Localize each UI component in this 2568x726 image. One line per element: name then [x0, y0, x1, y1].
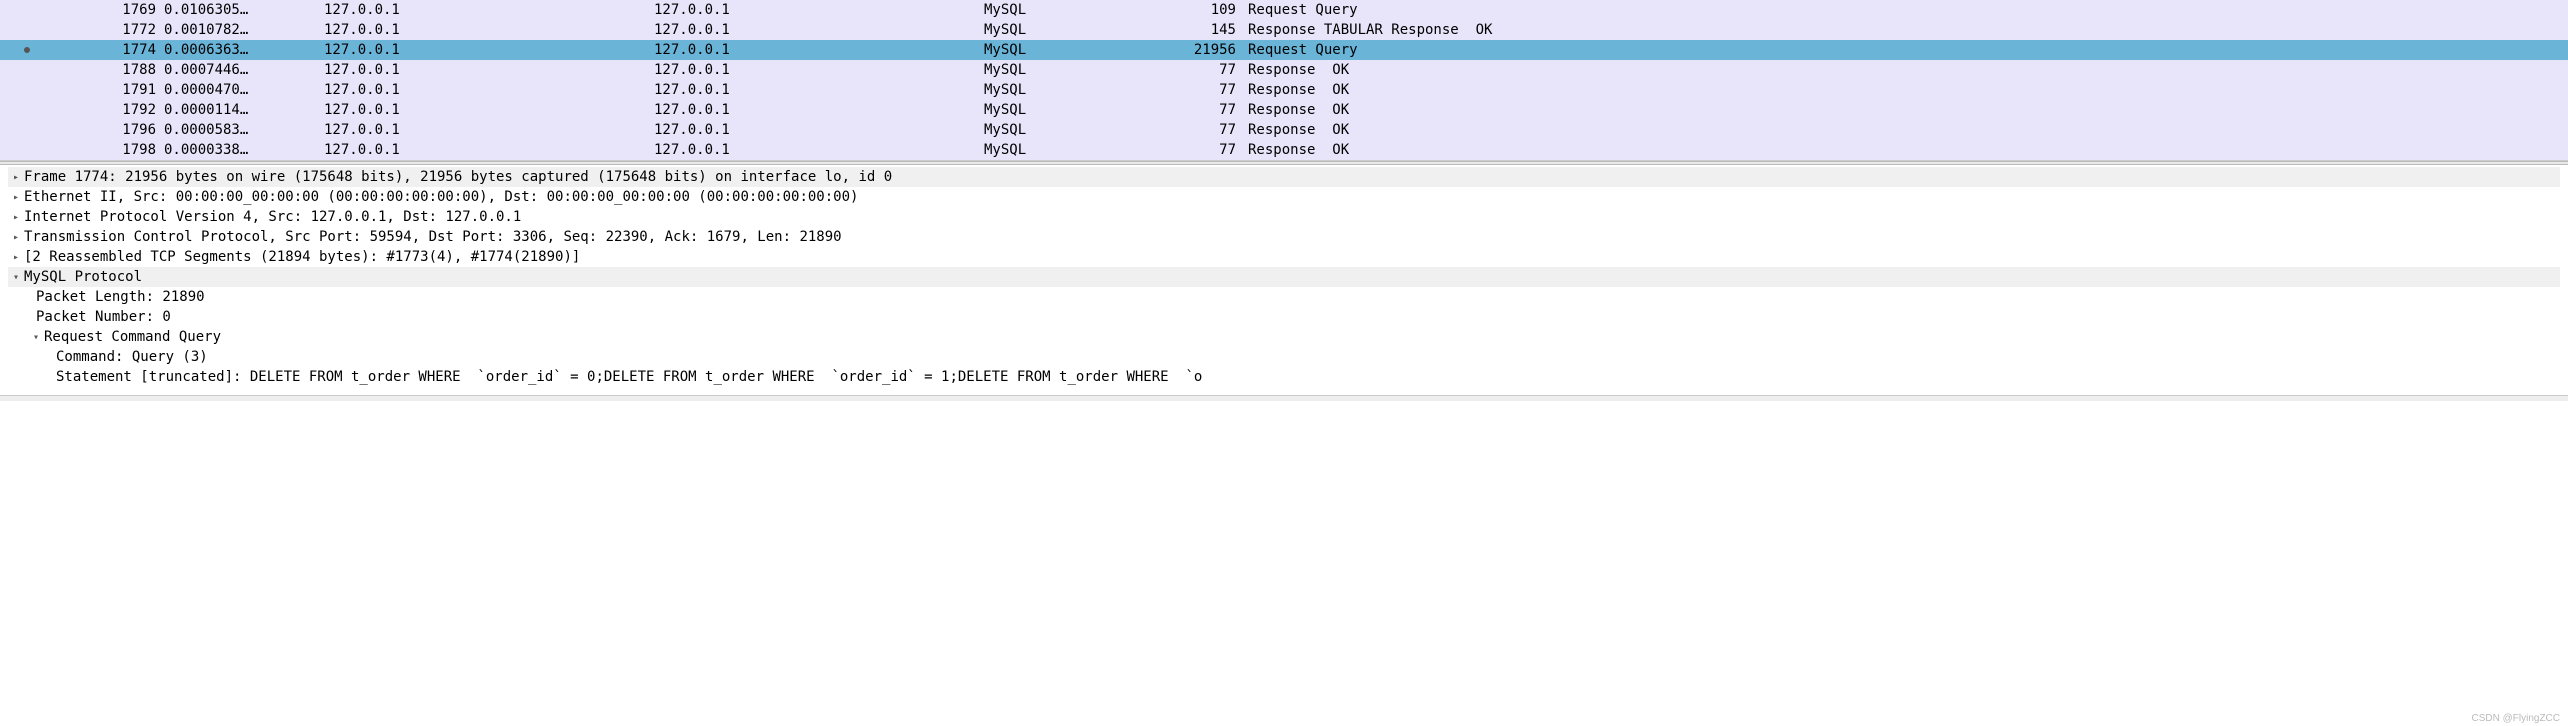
packet-row[interactable]: 17880.0007446…127.0.0.1127.0.0.1MySQL77R…	[0, 60, 2568, 80]
packet-destination: 127.0.0.1	[654, 42, 984, 58]
packet-destination: 127.0.0.1	[654, 22, 984, 38]
chevron-right-icon[interactable]: ▸	[8, 192, 24, 203]
chevron-right-icon[interactable]: ▸	[8, 212, 24, 223]
packet-no: 1769	[34, 2, 164, 18]
packet-time: 0.0000470…	[164, 82, 324, 98]
packet-protocol: MySQL	[984, 102, 1144, 118]
packet-time: 0.0000338…	[164, 142, 324, 158]
packet-info: Response OK	[1244, 142, 2568, 158]
packet-length: 77	[1144, 82, 1244, 98]
packet-time: 0.0000583…	[164, 122, 324, 138]
packet-row[interactable]: 17720.0010782…127.0.0.1127.0.0.1MySQL145…	[0, 20, 2568, 40]
packet-no: 1791	[34, 82, 164, 98]
packet-protocol: MySQL	[984, 122, 1144, 138]
tree-mysql-protocol[interactable]: ▾ MySQL Protocol	[8, 267, 2560, 287]
packet-no: 1796	[34, 122, 164, 138]
packet-source: 127.0.0.1	[324, 82, 654, 98]
packet-time: 0.0006363…	[164, 42, 324, 58]
tree-command[interactable]: Command: Query (3)	[8, 347, 2560, 367]
packet-time: 0.0000114…	[164, 102, 324, 118]
packet-info: Response OK	[1244, 82, 2568, 98]
marker-icon	[20, 47, 34, 53]
packet-length: 77	[1144, 102, 1244, 118]
packet-length: 145	[1144, 22, 1244, 38]
chevron-down-icon[interactable]: ▾	[8, 272, 24, 283]
chevron-right-icon[interactable]: ▸	[8, 232, 24, 243]
packet-no: 1792	[34, 102, 164, 118]
packet-destination: 127.0.0.1	[654, 142, 984, 158]
tree-reassembled[interactable]: ▸ [2 Reassembled TCP Segments (21894 byt…	[8, 247, 2560, 267]
packet-source: 127.0.0.1	[324, 142, 654, 158]
packet-row[interactable]: 17690.0106305…127.0.0.1127.0.0.1MySQL109…	[0, 0, 2568, 20]
packet-no: 1774	[34, 42, 164, 58]
packet-source: 127.0.0.1	[324, 2, 654, 18]
packet-info: Request Query	[1244, 2, 2568, 18]
packet-protocol: MySQL	[984, 42, 1144, 58]
packet-destination: 127.0.0.1	[654, 102, 984, 118]
tree-mysql-label: MySQL Protocol	[24, 269, 142, 285]
tree-reassembled-label: [2 Reassembled TCP Segments (21894 bytes…	[24, 249, 580, 265]
packet-no: 1772	[34, 22, 164, 38]
tree-ethernet[interactable]: ▸ Ethernet II, Src: 00:00:00_00:00:00 (0…	[8, 187, 2560, 207]
packet-destination: 127.0.0.1	[654, 2, 984, 18]
tree-statement[interactable]: Statement [truncated]: DELETE FROM t_ord…	[8, 367, 2560, 387]
packet-info: Response OK	[1244, 62, 2568, 78]
packet-row[interactable]: 17920.0000114…127.0.0.1127.0.0.1MySQL77R…	[0, 100, 2568, 120]
tree-ip[interactable]: ▸ Internet Protocol Version 4, Src: 127.…	[8, 207, 2560, 227]
chevron-down-icon[interactable]: ▾	[28, 332, 44, 343]
packet-source: 127.0.0.1	[324, 42, 654, 58]
chevron-right-icon[interactable]: ▸	[8, 172, 24, 183]
packet-destination: 127.0.0.1	[654, 82, 984, 98]
packet-source: 127.0.0.1	[324, 62, 654, 78]
packet-protocol: MySQL	[984, 82, 1144, 98]
tree-tcp[interactable]: ▸ Transmission Control Protocol, Src Por…	[8, 227, 2560, 247]
tree-ethernet-label: Ethernet II, Src: 00:00:00_00:00:00 (00:…	[24, 189, 858, 205]
packet-info: Request Query	[1244, 42, 2568, 58]
packet-length: 109	[1144, 2, 1244, 18]
tree-tcp-label: Transmission Control Protocol, Src Port:…	[24, 229, 842, 245]
packet-time: 0.0106305…	[164, 2, 324, 18]
packet-list-pane[interactable]: 17690.0106305…127.0.0.1127.0.0.1MySQL109…	[0, 0, 2568, 161]
packet-row[interactable]: 17980.0000338…127.0.0.1127.0.0.1MySQL77R…	[0, 140, 2568, 160]
tree-frame-label: Frame 1774: 21956 bytes on wire (175648 …	[24, 169, 892, 185]
tree-ip-label: Internet Protocol Version 4, Src: 127.0.…	[24, 209, 521, 225]
packet-protocol: MySQL	[984, 62, 1144, 78]
packet-details-pane[interactable]: ▸ Frame 1774: 21956 bytes on wire (17564…	[0, 165, 2568, 395]
packet-protocol: MySQL	[984, 22, 1144, 38]
packet-time: 0.0010782…	[164, 22, 324, 38]
packet-source: 127.0.0.1	[324, 122, 654, 138]
tree-request-command-query[interactable]: ▾ Request Command Query	[8, 327, 2560, 347]
packet-row[interactable]: 17960.0000583…127.0.0.1127.0.0.1MySQL77R…	[0, 120, 2568, 140]
footer-separator	[0, 395, 2568, 401]
packet-info: Response OK	[1244, 122, 2568, 138]
packet-no: 1788	[34, 62, 164, 78]
watermark: CSDN @FlyingZCC	[2472, 713, 2561, 724]
tree-packet-number-label: Packet Number: 0	[36, 309, 171, 325]
packet-length: 21956	[1144, 42, 1244, 58]
packet-info: Response TABULAR Response OK	[1244, 22, 2568, 38]
packet-info: Response OK	[1244, 102, 2568, 118]
tree-req-cmd-label: Request Command Query	[44, 329, 221, 345]
packet-row[interactable]: 17740.0006363…127.0.0.1127.0.0.1MySQL219…	[0, 40, 2568, 60]
tree-command-label: Command: Query (3)	[56, 349, 208, 365]
packet-protocol: MySQL	[984, 2, 1144, 18]
packet-source: 127.0.0.1	[324, 22, 654, 38]
packet-time: 0.0007446…	[164, 62, 324, 78]
tree-frame[interactable]: ▸ Frame 1774: 21956 bytes on wire (17564…	[8, 167, 2560, 187]
packet-length: 77	[1144, 142, 1244, 158]
packet-source: 127.0.0.1	[324, 102, 654, 118]
tree-statement-label: Statement [truncated]: DELETE FROM t_ord…	[56, 369, 1202, 385]
packet-length: 77	[1144, 62, 1244, 78]
packet-length: 77	[1144, 122, 1244, 138]
tree-packet-length-label: Packet Length: 21890	[36, 289, 205, 305]
tree-packet-length[interactable]: Packet Length: 21890	[8, 287, 2560, 307]
packet-destination: 127.0.0.1	[654, 62, 984, 78]
packet-no: 1798	[34, 142, 164, 158]
packet-destination: 127.0.0.1	[654, 122, 984, 138]
packet-protocol: MySQL	[984, 142, 1144, 158]
chevron-right-icon[interactable]: ▸	[8, 252, 24, 263]
packet-row[interactable]: 17910.0000470…127.0.0.1127.0.0.1MySQL77R…	[0, 80, 2568, 100]
tree-packet-number[interactable]: Packet Number: 0	[8, 307, 2560, 327]
